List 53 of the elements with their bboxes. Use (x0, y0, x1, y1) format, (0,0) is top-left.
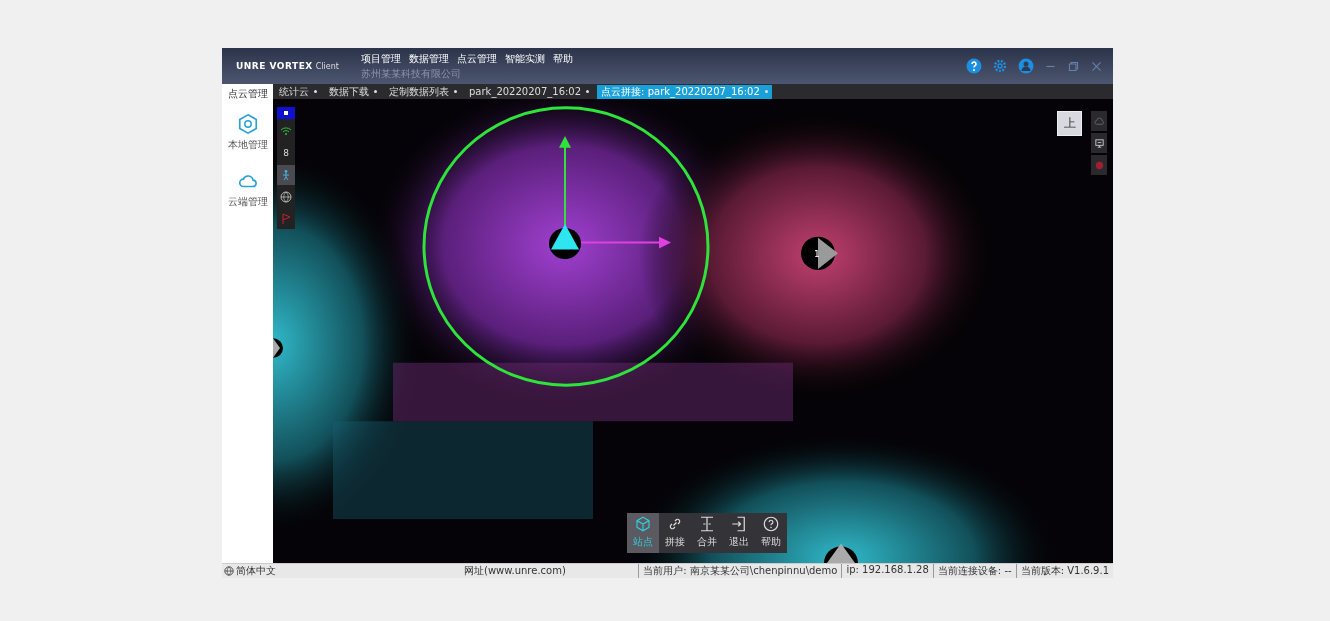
current-path: 当前用户: 南京某某公司\chenpinnu\demo (638, 564, 842, 578)
language-selector[interactable]: 简体中文 (236, 564, 276, 578)
person-icon (280, 169, 292, 181)
wifi-icon (280, 125, 292, 137)
station-marker[interactable] (273, 338, 283, 358)
sidebar-item[interactable]: 云端管理 (225, 168, 270, 211)
app-logo-suffix: Client (315, 62, 339, 71)
station-marker[interactable] (801, 236, 838, 270)
toolbar-button[interactable]: 8 (277, 143, 295, 163)
website-link[interactable]: 网址(www.unre.com) (464, 564, 566, 578)
exit-icon (730, 515, 748, 533)
globe-icon (280, 191, 292, 203)
flag-icon (280, 213, 292, 225)
breadcrumb-tab[interactable]: 统计云 (275, 84, 321, 99)
toolbar-button[interactable]: 合并 (691, 513, 723, 553)
point-cloud-viewer[interactable]: 1 8 上 站点 拼接 合并 退出 帮助 (273, 99, 1113, 563)
sidebar-item[interactable]: 本地管理 (225, 111, 270, 154)
menu-item[interactable]: 帮助 (553, 51, 573, 66)
app-logo: UNRE VORTEX (236, 61, 313, 71)
toolbar-button[interactable] (277, 107, 295, 119)
menu-item[interactable]: 点云管理 (457, 51, 497, 66)
menu-item[interactable]: 项目管理 (361, 51, 401, 66)
cloud-icon (1093, 115, 1105, 127)
sidebar-title: 点云管理 (227, 87, 268, 101)
record-icon (1093, 159, 1105, 171)
globe-icon (224, 566, 234, 576)
active-station-marker[interactable] (549, 224, 581, 260)
toolbar-button[interactable]: 帮助 (755, 513, 787, 553)
menu-item[interactable]: 智能实测 (505, 51, 545, 66)
toolbar-button[interactable]: 拼接 (659, 513, 691, 553)
breadcrumb-tab[interactable]: 定制数据列表 (385, 84, 461, 99)
top-view-button[interactable]: 上 (1057, 111, 1082, 136)
connected-device: 当前连接设备: -- (932, 564, 1016, 578)
toolbar-button[interactable]: 退出 (723, 513, 755, 553)
company-name: 苏州某某科技有限公司 (361, 66, 462, 81)
help-icon (762, 515, 780, 533)
monitor-button[interactable] (1091, 133, 1107, 153)
restore-icon[interactable] (1067, 59, 1080, 73)
merge-icon (698, 515, 716, 533)
toolbar-button[interactable]: 站点 (627, 513, 659, 553)
menu-item[interactable]: 数据管理 (409, 51, 449, 66)
help-icon[interactable] (966, 58, 982, 74)
station-label: 1 (814, 249, 820, 259)
breadcrumb-tab[interactable]: 数据下载 (325, 84, 381, 99)
settings-icon[interactable] (992, 58, 1008, 74)
ip-address: ip: 192.168.1.28 (841, 564, 933, 578)
user-icon[interactable] (1018, 58, 1034, 74)
close-icon[interactable] (1090, 59, 1103, 73)
sidebar-item-label: 云端管理 (227, 195, 268, 209)
breadcrumb-tab[interactable]: park_20220207_16:02 (465, 84, 594, 99)
monitor-icon (1093, 137, 1105, 149)
app-version: 当前版本: V1.6.9.1 (1015, 564, 1113, 578)
sidebar-item-label: 本地管理 (227, 138, 268, 152)
